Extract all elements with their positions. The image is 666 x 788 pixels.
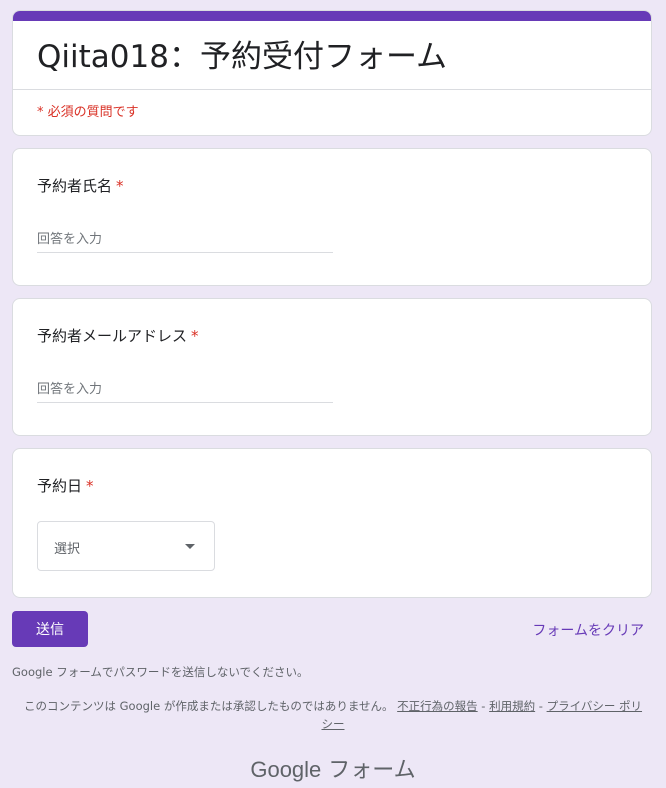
question-title: 予約者氏名: [37, 177, 113, 195]
question-label-email: 予約者メールアドレス *: [37, 325, 199, 346]
question-card-date: 予約日 * 選択: [12, 448, 652, 598]
question-label-date: 予約日 *: [37, 475, 94, 496]
date-select-dropdown[interactable]: 選択: [37, 521, 215, 571]
header-divider: [13, 89, 651, 90]
header-accent-bar: [13, 11, 651, 21]
disclaimer-text: このコンテンツは Google が作成または承認したものではありません。: [23, 699, 394, 713]
submit-button[interactable]: 送信: [12, 611, 88, 647]
question-card-name: 予約者氏名 *: [12, 148, 652, 286]
email-input[interactable]: [37, 377, 333, 403]
required-asterisk: *: [191, 327, 199, 345]
google-forms-logo[interactable]: Google フォーム: [0, 752, 666, 784]
question-card-email: 予約者メールアドレス *: [12, 298, 652, 436]
separator: -: [477, 699, 490, 713]
brand-google: Google: [250, 757, 322, 782]
form-title: Qiita018：予約受付フォーム: [37, 39, 448, 75]
required-asterisk: *: [116, 177, 124, 195]
select-value: 選択: [54, 542, 81, 557]
terms-link[interactable]: 利用規約: [489, 699, 535, 713]
required-note: * 必須の質問です: [37, 105, 139, 120]
content-disclaimer: このコンテンツは Google が作成または承認したものではありません。 不正行…: [22, 697, 644, 733]
password-warning: Google フォームでパスワードを送信しないでください。: [12, 665, 309, 679]
chevron-down-icon: [185, 544, 195, 549]
separator: -: [535, 699, 547, 713]
question-title: 予約日: [37, 477, 83, 495]
clear-form-link[interactable]: フォームをクリア: [532, 620, 644, 640]
brand-forms: フォーム: [328, 758, 416, 783]
required-asterisk: *: [86, 477, 94, 495]
name-input[interactable]: [37, 227, 333, 253]
report-abuse-link[interactable]: 不正行為の報告: [397, 699, 478, 713]
form-header-card: Qiita018：予約受付フォーム * 必須の質問です: [12, 10, 652, 136]
question-label-name: 予約者氏名 *: [37, 175, 124, 196]
question-title: 予約者メールアドレス: [37, 327, 188, 345]
